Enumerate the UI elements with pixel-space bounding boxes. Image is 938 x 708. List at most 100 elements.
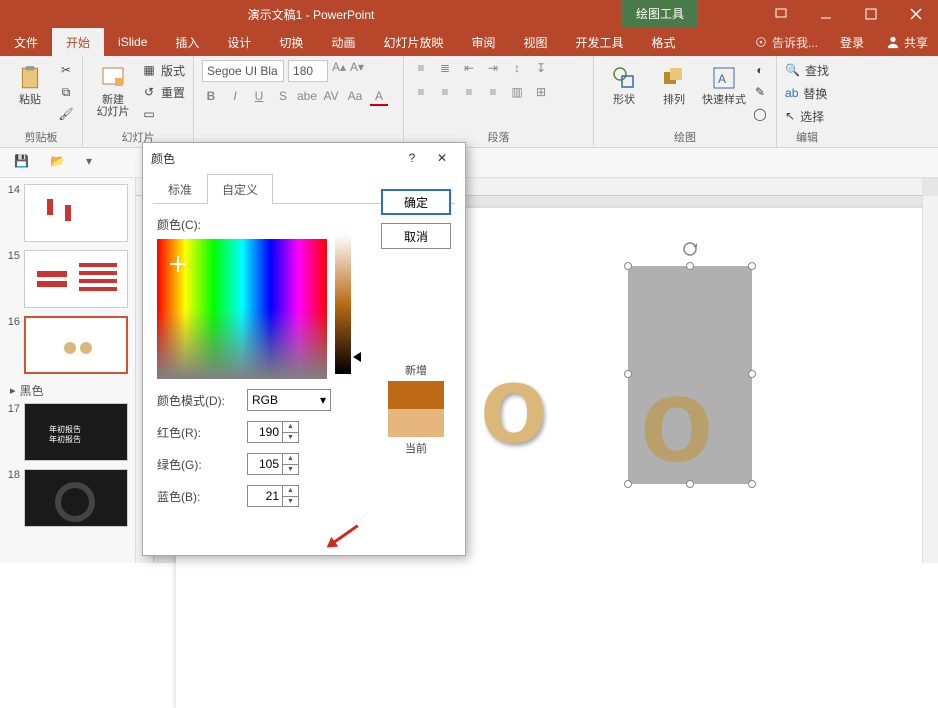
minimize-icon[interactable] [803,0,848,28]
thumb-15[interactable]: 15 [4,250,131,308]
decrease-font-icon[interactable]: A▾ [350,60,364,82]
rotate-handle-icon[interactable] [681,240,699,258]
bold-button[interactable]: B [202,88,220,106]
increase-font-icon[interactable]: A▴ [332,60,346,82]
handle-s[interactable] [686,480,694,488]
section-label[interactable]: ▸ 黑色 [10,382,131,399]
handle-n[interactable] [686,262,694,270]
dialog-close-icon[interactable]: ✕ [427,146,457,170]
blue-spinner[interactable]: ▲▼ [247,485,299,507]
tab-transitions[interactable]: 切换 [265,28,317,56]
blue-input[interactable] [248,486,282,506]
tab-islide[interactable]: iSlide [104,28,161,56]
section-button[interactable]: ▭ [141,104,185,124]
handle-e[interactable] [748,370,756,378]
red-up-icon[interactable]: ▲ [283,422,298,433]
indent-dec-button[interactable]: ⇤ [460,60,478,78]
tab-developer[interactable]: 开发工具 [562,28,638,56]
handle-ne[interactable] [748,262,756,270]
underline-button[interactable]: U [250,88,268,106]
align-left-button[interactable]: ≡ [412,84,430,102]
dialog-titlebar[interactable]: 颜色 ? ✕ [143,143,465,173]
scrollbar-vertical[interactable] [922,196,938,563]
green-spinner[interactable]: ▲▼ [247,453,299,475]
quick-styles-button[interactable]: A 快速样式 [702,60,746,106]
shape-effects-button[interactable]: ◯ [752,104,768,124]
handle-sw[interactable] [624,480,632,488]
tell-me-search[interactable]: 告诉我... [744,34,828,51]
tab-file[interactable]: 文件 [0,28,52,56]
color-field[interactable] [157,239,327,379]
luminance-arrow-icon[interactable] [353,352,361,362]
green-input[interactable] [248,454,282,474]
font-color-button[interactable]: A [370,88,388,106]
align-right-button[interactable]: ≡ [460,84,478,102]
more-icon[interactable]: ▾ [86,154,104,172]
copy-button[interactable]: ⧉ [58,82,74,102]
tab-standard[interactable]: 标准 [153,174,207,204]
dialog-help-icon[interactable]: ? [397,146,427,170]
share-button[interactable]: 共享 [876,34,938,51]
login-button[interactable]: 登录 [828,34,876,51]
maximize-icon[interactable] [848,0,893,28]
slide-thumbnails[interactable]: 14 15 16 ▸ 黑色 17 年初报告年初报告 18 [0,178,136,563]
shape-outline-button[interactable]: ✎ [752,82,768,102]
columns-button[interactable]: ▥ [508,84,526,102]
spacing-button[interactable]: AV [322,88,340,106]
color-cursor-icon[interactable] [173,259,183,269]
tab-home[interactable]: 开始 [52,28,104,56]
blue-up-icon[interactable]: ▲ [283,486,298,497]
case-button[interactable]: Aa [346,88,364,106]
select-button[interactable]: ↖选择 [785,106,829,126]
tab-slideshow[interactable]: 幻灯片放映 [369,28,457,56]
thumb-14[interactable]: 14 [4,184,131,242]
tab-format[interactable]: 格式 [638,28,690,56]
smartart-button[interactable]: ⊞ [532,84,550,102]
tab-custom[interactable]: 自定义 [207,174,273,204]
align-center-button[interactable]: ≡ [436,84,454,102]
thumb-18[interactable]: 18 [4,469,131,527]
font-size-combo[interactable]: 180 [288,60,328,82]
handle-nw[interactable] [624,262,632,270]
handle-se[interactable] [748,480,756,488]
tab-insert[interactable]: 插入 [161,28,213,56]
reset-button[interactable]: ↺重置 [141,82,185,102]
numbering-button[interactable]: ≣ [436,60,454,78]
red-down-icon[interactable]: ▼ [283,433,298,443]
indent-inc-button[interactable]: ⇥ [484,60,502,78]
color-mode-select[interactable]: RGB ▾ [247,389,331,411]
thumb-16[interactable]: 16 [4,316,131,374]
text-direction-button[interactable]: ↧ [532,60,550,78]
new-slide-button[interactable]: 新建 幻灯片 [91,60,135,118]
red-spinner[interactable]: ▲▼ [247,421,299,443]
find-button[interactable]: 🔍查找 [785,60,829,80]
tab-animations[interactable]: 动画 [317,28,369,56]
line-spacing-button[interactable]: ↕ [508,60,526,78]
arrange-button[interactable]: 排列 [652,60,696,106]
layout-button[interactable]: ▦版式 [141,60,185,80]
red-input[interactable] [248,422,282,442]
green-down-icon[interactable]: ▼ [283,465,298,475]
green-up-icon[interactable]: ▲ [283,454,298,465]
shapes-button[interactable]: 形状 [602,60,646,106]
justify-button[interactable]: ≡ [484,84,502,102]
paste-button[interactable]: 粘贴 [8,60,52,106]
font-name-combo[interactable]: Segoe UI Bla [202,60,284,82]
format-painter-button[interactable]: 🖌 [58,104,74,124]
italic-button[interactable]: I [226,88,244,106]
ribbon-options-icon[interactable] [758,0,803,28]
replace-button[interactable]: ab替换 [785,83,829,103]
blue-down-icon[interactable]: ▼ [283,497,298,507]
bullets-button[interactable]: ≡ [412,60,430,78]
save-icon[interactable]: 💾 [14,154,32,172]
cut-button[interactable]: ✂ [58,60,74,80]
close-icon[interactable] [893,0,938,28]
tab-review[interactable]: 审阅 [457,28,509,56]
open-icon[interactable]: 📂 [50,154,68,172]
tab-view[interactable]: 视图 [509,28,561,56]
thumb-17[interactable]: 17 年初报告年初报告 [4,403,131,461]
shape-letter-o-left[interactable]: o [480,350,547,460]
shape-fill-button[interactable]: ◐ [752,60,768,80]
tab-design[interactable]: 设计 [213,28,265,56]
luminance-strip[interactable] [335,234,351,374]
